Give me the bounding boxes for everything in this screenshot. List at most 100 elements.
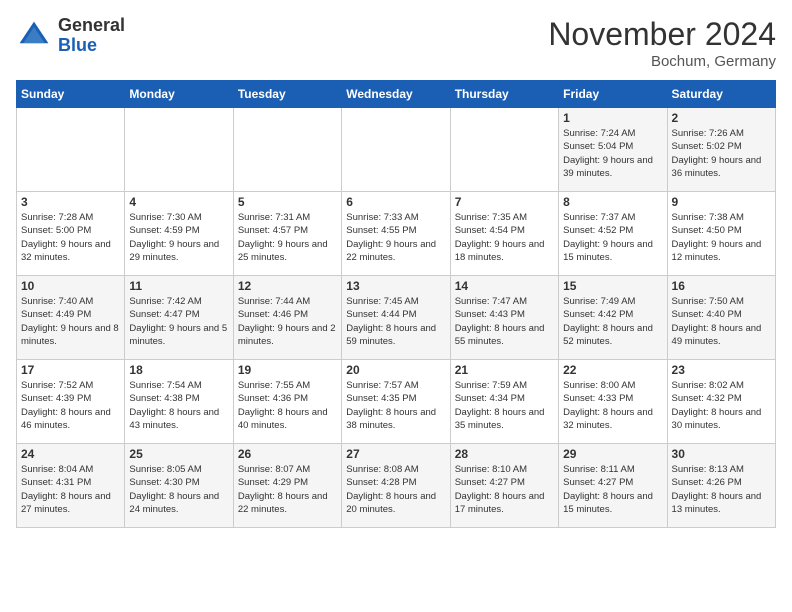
calendar-table: SundayMondayTuesdayWednesdayThursdayFrid… [16, 80, 776, 528]
day-number: 21 [455, 363, 554, 377]
calendar-cell: 9Sunrise: 7:38 AM Sunset: 4:50 PM Daylig… [667, 192, 775, 276]
day-info: Sunrise: 7:49 AM Sunset: 4:42 PM Dayligh… [563, 295, 662, 348]
calendar-cell: 20 Sunrise: 7:57 AM Sunset: 4:35 PM Dayli… [342, 360, 450, 444]
calendar-week-row: 24Sunrise: 8:04 AM Sunset: 4:31 PM Dayli… [17, 444, 776, 528]
day-info: Sunrise: 8:13 AM Sunset: 4:26 PM Dayligh… [672, 463, 771, 516]
day-info: Sunrise: 7:47 AM Sunset: 4:43 PM Dayligh… [455, 295, 554, 348]
logo-blue: Blue [58, 36, 125, 56]
weekday-header: Wednesday [342, 81, 450, 108]
calendar-week-row: 3Sunrise: 7:28 AM Sunset: 5:00 PM Daylig… [17, 192, 776, 276]
calendar-cell: 15Sunrise: 7:49 AM Sunset: 4:42 PM Dayli… [559, 276, 667, 360]
logo-icon [16, 18, 52, 54]
day-number: 12 [238, 279, 337, 293]
calendar-cell: 27 Sunrise: 8:08 AM Sunset: 4:28 PM Dayli… [342, 444, 450, 528]
day-info: Sunrise: 8:00 AM Sunset: 4:33 PM Dayligh… [563, 379, 662, 432]
day-info: Sunrise: 8:04 AM Sunset: 4:31 PM Dayligh… [21, 463, 120, 516]
calendar-body: 1 Sunrise: 7:24 AM Sunset: 5:04 PM Daylig… [17, 108, 776, 528]
calendar-cell: 21Sunrise: 7:59 AM Sunset: 4:34 PM Dayli… [450, 360, 558, 444]
day-info: Sunrise: 7:37 AM Sunset: 4:52 PM Dayligh… [563, 211, 662, 264]
day-number: 6 [346, 195, 445, 209]
calendar-cell: 16 Sunrise: 7:50 AM Sunset: 4:40 PM Dayli… [667, 276, 775, 360]
calendar-cell: 25 Sunrise: 8:05 AM Sunset: 4:30 PM Dayli… [125, 444, 233, 528]
calendar-cell: 19 Sunrise: 7:55 AM Sunset: 4:36 PM Dayli… [233, 360, 341, 444]
calendar-week-row: 1 Sunrise: 7:24 AM Sunset: 5:04 PM Daylig… [17, 108, 776, 192]
day-info: Sunrise: 8:05 AM Sunset: 4:30 PM Dayligh… [129, 463, 228, 516]
day-number: 7 [455, 195, 554, 209]
day-number: 13 [346, 279, 445, 293]
weekday-header: Saturday [667, 81, 775, 108]
day-info: Sunrise: 7:26 AM Sunset: 5:02 PM Dayligh… [672, 127, 771, 180]
weekday-header: Tuesday [233, 81, 341, 108]
calendar-cell: 17Sunrise: 7:52 AM Sunset: 4:39 PM Dayli… [17, 360, 125, 444]
day-info: Sunrise: 7:42 AM Sunset: 4:47 PM Dayligh… [129, 295, 228, 348]
location: Bochum, Germany [548, 53, 776, 70]
day-number: 26 [238, 447, 337, 461]
calendar-cell [450, 108, 558, 192]
day-number: 8 [563, 195, 662, 209]
calendar-cell: 7 Sunrise: 7:35 AM Sunset: 4:54 PM Daylig… [450, 192, 558, 276]
weekday-header: Sunday [17, 81, 125, 108]
day-info: Sunrise: 7:44 AM Sunset: 4:46 PM Dayligh… [238, 295, 337, 348]
month-title: November 2024 [548, 16, 776, 53]
day-number: 29 [563, 447, 662, 461]
calendar-cell [125, 108, 233, 192]
page-header: General Blue November 2024 Bochum, Germa… [16, 16, 776, 70]
day-info: Sunrise: 7:24 AM Sunset: 5:04 PM Dayligh… [563, 127, 662, 180]
calendar-cell: 5 Sunrise: 7:31 AM Sunset: 4:57 PM Daylig… [233, 192, 341, 276]
day-info: Sunrise: 7:45 AM Sunset: 4:44 PM Dayligh… [346, 295, 445, 348]
day-info: Sunrise: 7:57 AM Sunset: 4:35 PM Dayligh… [346, 379, 445, 432]
day-info: Sunrise: 7:35 AM Sunset: 4:54 PM Dayligh… [455, 211, 554, 264]
weekday-header: Friday [559, 81, 667, 108]
day-info: Sunrise: 7:28 AM Sunset: 5:00 PM Dayligh… [21, 211, 120, 264]
day-number: 16 [672, 279, 771, 293]
day-number: 1 [563, 111, 662, 125]
day-number: 30 [672, 447, 771, 461]
day-info: Sunrise: 8:08 AM Sunset: 4:28 PM Dayligh… [346, 463, 445, 516]
day-info: Sunrise: 8:11 AM Sunset: 4:27 PM Dayligh… [563, 463, 662, 516]
day-number: 17 [21, 363, 120, 377]
day-info: Sunrise: 7:31 AM Sunset: 4:57 PM Dayligh… [238, 211, 337, 264]
day-number: 10 [21, 279, 120, 293]
header-row: SundayMondayTuesdayWednesdayThursdayFrid… [17, 81, 776, 108]
day-info: Sunrise: 7:55 AM Sunset: 4:36 PM Dayligh… [238, 379, 337, 432]
calendar-cell: 10 Sunrise: 7:40 AM Sunset: 4:49 PM Dayli… [17, 276, 125, 360]
day-number: 18 [129, 363, 228, 377]
calendar-cell: 11Sunrise: 7:42 AM Sunset: 4:47 PM Dayli… [125, 276, 233, 360]
day-info: Sunrise: 8:02 AM Sunset: 4:32 PM Dayligh… [672, 379, 771, 432]
day-info: Sunrise: 8:07 AM Sunset: 4:29 PM Dayligh… [238, 463, 337, 516]
title-section: November 2024 Bochum, Germany [548, 16, 776, 70]
day-number: 28 [455, 447, 554, 461]
calendar-cell [233, 108, 341, 192]
day-number: 23 [672, 363, 771, 377]
logo: General Blue [16, 16, 125, 56]
calendar-header: SundayMondayTuesdayWednesdayThursdayFrid… [17, 81, 776, 108]
weekday-header: Thursday [450, 81, 558, 108]
day-number: 19 [238, 363, 337, 377]
day-number: 14 [455, 279, 554, 293]
calendar-cell [17, 108, 125, 192]
day-number: 25 [129, 447, 228, 461]
day-info: Sunrise: 7:30 AM Sunset: 4:59 PM Dayligh… [129, 211, 228, 264]
day-number: 20 [346, 363, 445, 377]
calendar-week-row: 17Sunrise: 7:52 AM Sunset: 4:39 PM Dayli… [17, 360, 776, 444]
logo-general: General [58, 16, 125, 36]
calendar-cell: 12 Sunrise: 7:44 AM Sunset: 4:46 PM Dayli… [233, 276, 341, 360]
calendar-cell: 18Sunrise: 7:54 AM Sunset: 4:38 PM Dayli… [125, 360, 233, 444]
day-info: Sunrise: 7:40 AM Sunset: 4:49 PM Dayligh… [21, 295, 120, 348]
day-info: Sunrise: 8:10 AM Sunset: 4:27 PM Dayligh… [455, 463, 554, 516]
calendar-cell: 28 Sunrise: 8:10 AM Sunset: 4:27 PM Dayli… [450, 444, 558, 528]
weekday-header: Monday [125, 81, 233, 108]
day-number: 27 [346, 447, 445, 461]
calendar-cell [342, 108, 450, 192]
calendar-cell: 1 Sunrise: 7:24 AM Sunset: 5:04 PM Daylig… [559, 108, 667, 192]
calendar-cell: 13 Sunrise: 7:45 AM Sunset: 4:44 PM Dayli… [342, 276, 450, 360]
calendar-cell: 24Sunrise: 8:04 AM Sunset: 4:31 PM Dayli… [17, 444, 125, 528]
day-info: Sunrise: 7:50 AM Sunset: 4:40 PM Dayligh… [672, 295, 771, 348]
day-info: Sunrise: 7:38 AM Sunset: 4:50 PM Dayligh… [672, 211, 771, 264]
day-number: 5 [238, 195, 337, 209]
day-number: 4 [129, 195, 228, 209]
logo-text: General Blue [58, 16, 125, 56]
calendar-cell: 2Sunrise: 7:26 AM Sunset: 5:02 PM Daylig… [667, 108, 775, 192]
day-number: 22 [563, 363, 662, 377]
calendar-cell: 6Sunrise: 7:33 AM Sunset: 4:55 PM Daylig… [342, 192, 450, 276]
